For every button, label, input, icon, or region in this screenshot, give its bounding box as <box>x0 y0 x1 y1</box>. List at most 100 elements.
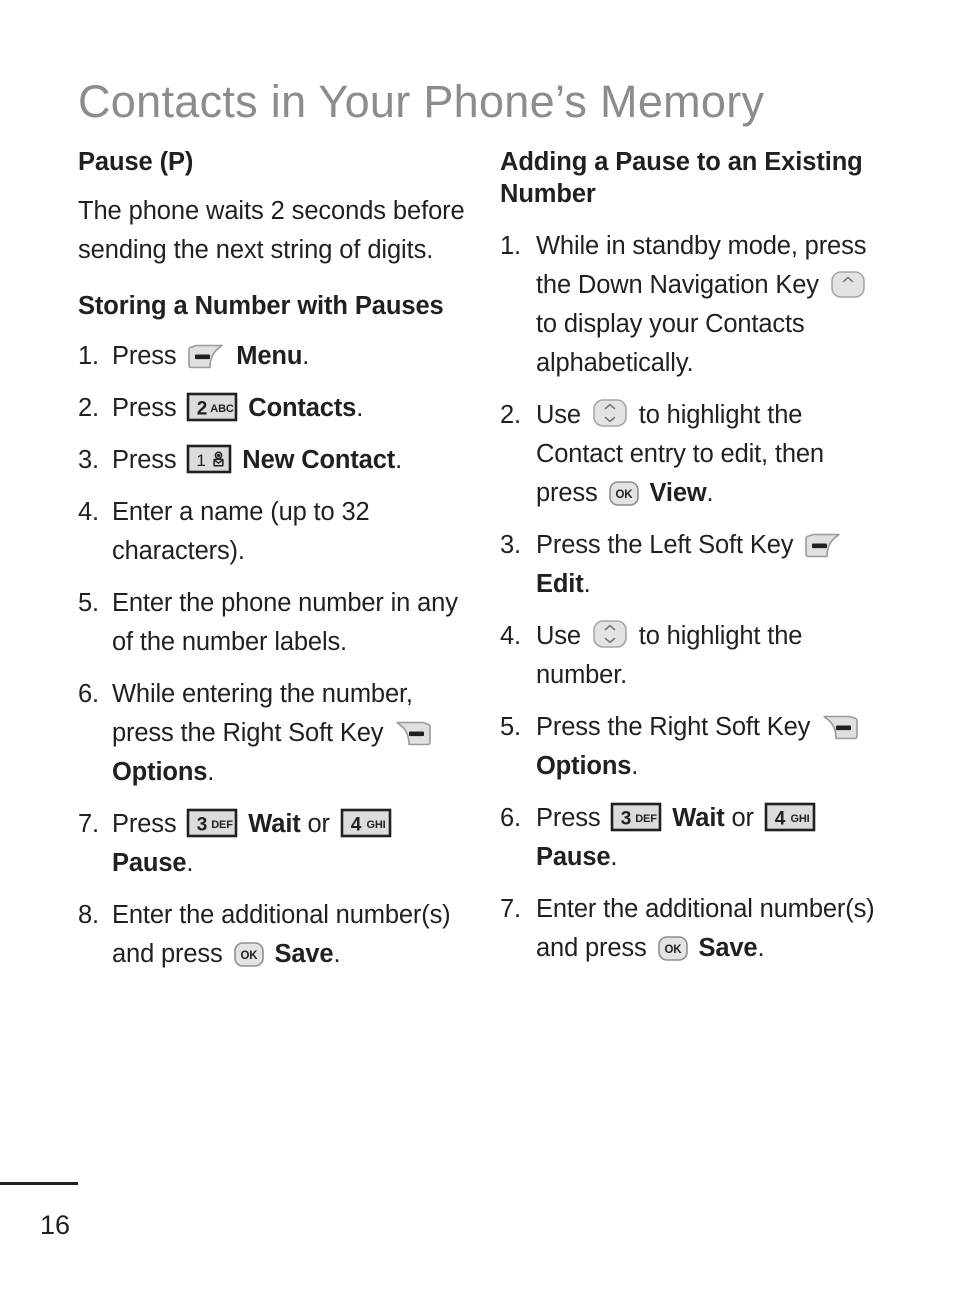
step-text: Press Menu. <box>112 341 310 370</box>
step-number: 3. <box>78 445 99 474</box>
svg-text:1: 1 <box>197 451 206 470</box>
step-item: 7. Enter the additional number(s) and pre… <box>500 890 892 968</box>
step-text: Press 3 DEF Wait or 4 GHI Pause. <box>112 805 478 883</box>
step-text: Enter the phone number in any of the num… <box>112 588 458 656</box>
svg-text:3: 3 <box>197 814 207 835</box>
step-number: 7. <box>78 809 99 838</box>
step-item: 7. Press 3 DEF Wait or 4 GHI Pause. <box>78 805 478 883</box>
emphasis-label: Menu <box>229 341 303 370</box>
emphasis-label: New Contact <box>235 445 396 474</box>
step-text: Press the Left Soft Key Edit. <box>536 526 892 604</box>
step-item: 6. While entering the number, press the R… <box>78 675 478 792</box>
key-3-def-icon: 3 DEF <box>610 802 662 832</box>
step-number: 5. <box>500 712 521 741</box>
svg-text:4: 4 <box>775 808 786 829</box>
step-item: 3. Press the Left Soft Key Edit. <box>500 526 892 604</box>
footer-divider <box>0 1182 78 1185</box>
ok-key-icon: OK <box>657 935 689 962</box>
step-number: 4. <box>500 621 521 650</box>
svg-text:2: 2 <box>197 398 207 419</box>
key-2-abc-icon: 2 ABC <box>186 392 238 422</box>
emphasis-label: Options <box>536 751 632 780</box>
step-text: Enter the additional number(s) and press… <box>536 894 875 962</box>
svg-text:OK: OK <box>615 489 633 501</box>
step-text: Enter the additional number(s) and press… <box>112 900 451 968</box>
emphasis-label: View <box>642 478 707 507</box>
step-text: Enter a name (up to 32 characters). <box>112 497 370 565</box>
svg-text:GHI: GHI <box>790 813 809 825</box>
key-4-ghi-icon: 4 GHI <box>340 808 392 838</box>
page-title: Contacts in Your Phone’s Memory <box>78 76 765 128</box>
heading-pause-p: Pause (P) <box>78 148 194 176</box>
step-number: 5. <box>78 588 99 617</box>
svg-text:DEF: DEF <box>636 813 658 825</box>
step-item: 4. Use to highlight the number. <box>500 617 892 695</box>
emphasis-label: Save <box>267 939 334 968</box>
step-number: 7. <box>500 894 521 923</box>
svg-text:ABC: ABC <box>211 403 235 415</box>
step-item: 8. Enter the additional number(s) and pre… <box>78 896 478 974</box>
step-number: 8. <box>78 900 99 929</box>
step-number: 3. <box>500 530 521 559</box>
emphasis-label: Wait <box>665 803 725 832</box>
steps-list-adding-pause: 1. While in standby mode, press the Down … <box>500 227 892 968</box>
step-item: 5. Press the Right Soft Key Options. <box>500 708 892 786</box>
step-item: 4. Enter a name (up to 32 characters). <box>78 493 478 571</box>
key-3-def-icon: 3 DEF <box>186 808 238 838</box>
step-item: 5. Enter the phone number in any of the n… <box>78 584 478 662</box>
emphasis-label: Edit <box>536 569 584 598</box>
svg-text:3: 3 <box>621 808 631 829</box>
svg-text:4: 4 <box>351 814 362 835</box>
step-number: 6. <box>500 803 521 832</box>
right-soft-key-icon <box>393 721 433 747</box>
svg-text:DEF: DEF <box>212 819 234 831</box>
navigation-key-down-icon <box>829 269 867 299</box>
svg-text:OK: OK <box>240 950 258 962</box>
emphasis-label: Pause <box>112 848 187 877</box>
left-soft-key-icon <box>803 533 843 559</box>
ok-key-icon: OK <box>233 941 265 968</box>
emphasis-label: Contacts <box>241 393 357 422</box>
step-text: Press the Right Soft Key Options. <box>536 708 892 786</box>
emphasis-label: Pause <box>536 842 611 871</box>
step-number: 4. <box>78 497 99 526</box>
manual-page: Contacts in Your Phone’s Memory Pause (P… <box>0 0 954 1291</box>
step-number: 1. <box>500 231 521 260</box>
step-item: 2. Use to highlight the Contact entry to … <box>500 396 892 513</box>
step-item: 3. Press 1 New Contact. <box>78 441 478 480</box>
right-soft-key-icon <box>820 715 860 741</box>
page-number: 16 <box>40 1210 71 1240</box>
paragraph-pause-description: The phone waits 2 seconds before sending… <box>78 197 465 265</box>
steps-list-storing-number: 1. Press Menu. 2. Press 2 ABC Contacts. 3. Pre… <box>78 337 478 974</box>
step-number: 1. <box>78 341 99 370</box>
key-4-ghi-icon: 4 GHI <box>764 802 816 832</box>
emphasis-label: Wait <box>241 809 301 838</box>
heading-adding-a-pause: Adding a Pause to an Existing Number <box>500 148 863 209</box>
step-item: 1. Press Menu. <box>78 337 478 376</box>
step-number: 6. <box>78 679 99 708</box>
right-column: Adding a Pause to an Existing Number 1. W… <box>500 146 892 981</box>
left-column: Pause (P) The phone waits 2 seconds befo… <box>78 146 478 987</box>
svg-text:OK: OK <box>664 944 682 956</box>
step-item: 6. Press 3 DEF Wait or 4 GHI Pause. <box>500 799 892 877</box>
step-text: While entering the number, press the Rig… <box>112 675 478 792</box>
heading-storing-a-number-with-pauses: Storing a Number with Pauses <box>78 292 444 321</box>
left-soft-key-icon <box>186 344 226 370</box>
navigation-key-up-down-icon <box>591 618 629 650</box>
two-column-body: Pause (P) The phone waits 2 seconds befo… <box>0 146 954 987</box>
navigation-key-up-down-icon <box>591 397 629 429</box>
step-item: 1. While in standby mode, press the Down … <box>500 227 892 383</box>
emphasis-label: Options <box>112 757 208 786</box>
step-number: 2. <box>78 393 99 422</box>
step-item: 2. Press 2 ABC Contacts. <box>78 389 478 428</box>
emphasis-label: Save <box>691 933 758 962</box>
step-text: Press 2 ABC Contacts. <box>112 392 364 422</box>
svg-text:GHI: GHI <box>366 819 385 831</box>
key-1-voicemail-icon: 1 <box>186 444 232 474</box>
step-text: Press 1 New Contact. <box>112 444 403 474</box>
step-text: Press 3 DEF Wait or 4 GHI Pause. <box>536 799 892 877</box>
step-number: 2. <box>500 400 521 429</box>
ok-key-icon: OK <box>608 480 640 507</box>
step-text: While in standby mode, press the Down Na… <box>536 231 867 377</box>
step-text: Use to highlight the number. <box>536 617 892 695</box>
